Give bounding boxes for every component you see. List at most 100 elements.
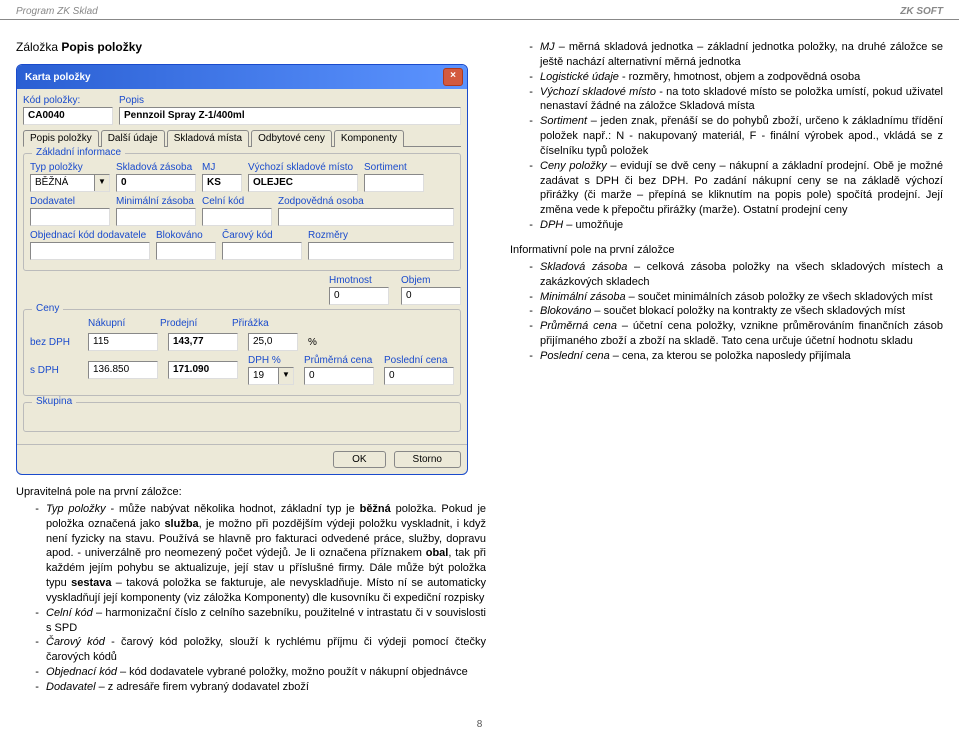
group-skupina-legend: Skupina bbox=[32, 396, 76, 407]
objem-value[interactable]: 0 bbox=[401, 287, 461, 305]
header-brand: ZK SOFT bbox=[900, 6, 943, 17]
celni-label: Celní kód bbox=[202, 196, 272, 207]
prumerna-label: Průměrná cena bbox=[304, 355, 374, 366]
left-bullets: Typ položky - může nabývat několika hodn… bbox=[16, 502, 486, 695]
ok-button[interactable]: OK bbox=[333, 451, 385, 468]
group-basic: Základní informace Typ položky BĚŽNÁ ▼ S… bbox=[23, 153, 461, 271]
left-body-text: Upravitelná pole na první záložce: Typ p… bbox=[16, 485, 486, 695]
typ-label: Typ položky bbox=[30, 162, 110, 173]
objkod-value[interactable] bbox=[30, 242, 150, 260]
header-program: Program ZK Sklad bbox=[16, 6, 98, 17]
title-prefix: Záložka bbox=[16, 40, 58, 54]
tab-ceny[interactable]: Odbytové ceny bbox=[251, 130, 332, 147]
carovy-value[interactable] bbox=[222, 242, 302, 260]
vychozi-label: Výchozí skladové místo bbox=[248, 162, 358, 173]
tab-popis[interactable]: Popis položky bbox=[23, 130, 99, 147]
storno-button[interactable]: Storno bbox=[394, 451, 461, 468]
dodavatel-label: Dodavatel bbox=[30, 196, 110, 207]
min-value[interactable] bbox=[116, 208, 196, 226]
dph-label: DPH % bbox=[248, 355, 294, 366]
kod-label: Kód položky: bbox=[23, 95, 113, 106]
list-item: Dodavatel – z adresáře firem vybraný dod… bbox=[42, 680, 486, 695]
chevron-down-icon: ▼ bbox=[94, 175, 109, 191]
list-item: Logistické údaje - rozměry, hmotnost, ob… bbox=[536, 70, 943, 85]
row-sdph: s DPH bbox=[30, 365, 78, 376]
prirazka-value[interactable]: 25,0 bbox=[248, 333, 298, 351]
prumerna-value: 0 bbox=[304, 367, 374, 385]
group-basic-legend: Základní informace bbox=[32, 147, 125, 158]
list-item: Průměrná cena – účetní cena položky, vzn… bbox=[536, 319, 943, 349]
section-title: Záložka Popis položky bbox=[16, 40, 486, 54]
right-bullets-2: Skladová zásoba – celková zásoba položky… bbox=[510, 260, 943, 364]
blok-label: Blokováno bbox=[156, 230, 216, 241]
popis-value[interactable]: Pennzoil Spray Z-1/400ml bbox=[119, 107, 461, 125]
tab-mista[interactable]: Skladová místa bbox=[167, 130, 249, 147]
list-item: Objednací kód – kód dodavatele vybrané p… bbox=[42, 665, 486, 680]
list-item: Minimální zásoba – součet minimálních zá… bbox=[536, 290, 943, 305]
hdr-prodejni: Prodejní bbox=[160, 318, 222, 329]
rozmery-value[interactable] bbox=[308, 242, 454, 260]
list-item: MJ – měrná skladová jednotka – základní … bbox=[536, 40, 943, 70]
list-item: Sortiment – jeden znak, přenáší se do po… bbox=[536, 114, 943, 159]
list-item: Ceny položky – evidují se dvě ceny – nák… bbox=[536, 159, 943, 218]
popis-label: Popis bbox=[119, 95, 461, 106]
mj-value[interactable]: KS bbox=[202, 174, 242, 192]
group-prices: Ceny Nákupní Prodejní Přirážka bez DPH 1… bbox=[23, 309, 461, 396]
list-item: Celní kód – harmonizační číslo z celního… bbox=[42, 606, 486, 636]
typ-value: BĚŽNÁ bbox=[31, 175, 94, 191]
rozmery-label: Rozměry bbox=[308, 230, 454, 241]
prodej-sdph[interactable]: 171.090 bbox=[168, 361, 238, 379]
left-intro: Upravitelná pole na první záložce: bbox=[16, 485, 486, 500]
objkod-label: Objednací kód dodavatele bbox=[30, 230, 150, 241]
right-bullets-1: MJ – měrná skladová jednotka – základní … bbox=[510, 40, 943, 233]
zodp-label: Zodpovědná osoba bbox=[278, 196, 454, 207]
group-prices-legend: Ceny bbox=[32, 303, 63, 314]
celni-value[interactable] bbox=[202, 208, 272, 226]
titlebar: Karta položky × bbox=[17, 65, 467, 89]
prodej-bezdph[interactable]: 143,77 bbox=[168, 333, 238, 351]
card-window: Karta položky × Kód položky: CA0040 Popi… bbox=[16, 64, 468, 475]
hdr-prirazka[interactable]: Přirážka bbox=[232, 318, 292, 329]
posledni-value: 0 bbox=[384, 367, 454, 385]
page-number: 8 bbox=[0, 705, 959, 736]
sortiment-value[interactable] bbox=[364, 174, 424, 192]
nakup-sdph[interactable]: 136.850 bbox=[88, 361, 158, 379]
mj-label: MJ bbox=[202, 162, 242, 173]
tabs: Popis položky Další údaje Skladová místa… bbox=[23, 129, 461, 147]
min-label: Minimální zásoba bbox=[116, 196, 196, 207]
blok-value bbox=[156, 242, 216, 260]
chevron-down-icon: ▼ bbox=[278, 368, 293, 384]
zodp-value[interactable] bbox=[278, 208, 454, 226]
tab-dalsi[interactable]: Další údaje bbox=[101, 130, 165, 147]
posledni-label: Poslední cena bbox=[384, 355, 454, 366]
kod-value[interactable]: CA0040 bbox=[23, 107, 113, 125]
zasoba-value: 0 bbox=[116, 174, 196, 192]
dph-dropdown[interactable]: 19 ▼ bbox=[248, 367, 294, 385]
list-item: Blokováno – součet blokací položky na ko… bbox=[536, 304, 943, 319]
hmotnost-value[interactable]: 0 bbox=[329, 287, 389, 305]
close-icon[interactable]: × bbox=[443, 68, 463, 86]
hdr-nakupni: Nákupní bbox=[88, 318, 150, 329]
list-item: Skladová zásoba – celková zásoba položky… bbox=[536, 260, 943, 290]
right-body-text: MJ – měrná skladová jednotka – základní … bbox=[510, 40, 943, 695]
nakup-bezdph[interactable]: 115 bbox=[88, 333, 158, 351]
list-item: DPH – umožňuje bbox=[536, 218, 943, 233]
list-item: Poslední cena – cena, za kterou se polož… bbox=[536, 349, 943, 364]
dph-value: 19 bbox=[249, 368, 278, 384]
tab-komponenty[interactable]: Komponenty bbox=[334, 130, 404, 147]
list-item: Čarový kód - čarový kód položky, slouží … bbox=[42, 635, 486, 665]
window-title: Karta položky bbox=[25, 72, 91, 83]
objem-label: Objem bbox=[401, 275, 461, 286]
list-item: Typ položky - může nabývat několika hodn… bbox=[42, 502, 486, 606]
title-main: Popis položky bbox=[61, 40, 142, 54]
dodavatel-value[interactable] bbox=[30, 208, 110, 226]
sortiment-label: Sortiment bbox=[364, 162, 424, 173]
list-item: Výchozí skladové místo - na toto skladov… bbox=[536, 85, 943, 115]
right-intro2: Informativní pole na první záložce bbox=[510, 243, 943, 258]
group-skupina: Skupina bbox=[23, 402, 461, 432]
zasoba-label: Skladová zásoba bbox=[116, 162, 196, 173]
typ-dropdown[interactable]: BĚŽNÁ ▼ bbox=[30, 174, 110, 192]
carovy-label: Čarový kód bbox=[222, 230, 302, 241]
vychozi-value[interactable]: OLEJEC bbox=[248, 174, 358, 192]
pct-symbol: % bbox=[308, 337, 317, 348]
